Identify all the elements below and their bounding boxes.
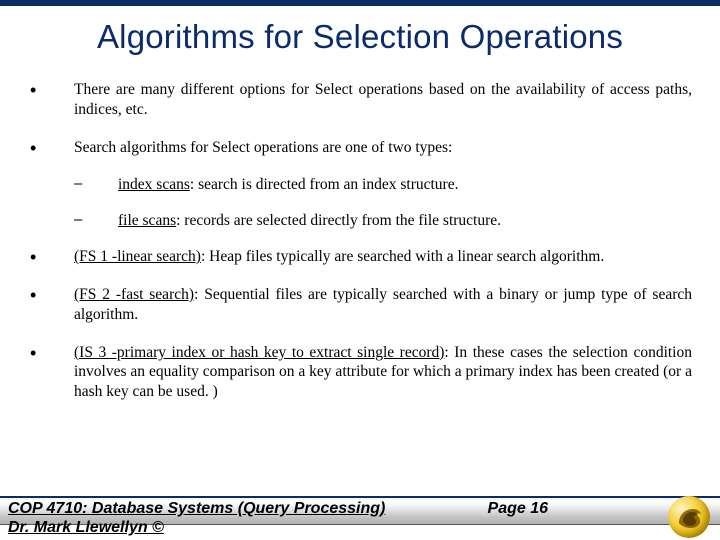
bullet-item: • Search algorithms for Select operation… bbox=[30, 138, 692, 158]
bullet-item: • (FS 2 -fast search): Sequential files … bbox=[30, 285, 692, 325]
term: (IS 3 -primary index or hash key to extr… bbox=[74, 344, 444, 361]
bullet-item: • (FS 1 -linear search): Heap files typi… bbox=[30, 247, 692, 267]
sub-bullet-glyph: – bbox=[74, 175, 118, 195]
ucf-pegasus-logo-icon bbox=[668, 496, 710, 538]
bullet-glyph: • bbox=[30, 80, 74, 120]
definition: : Heap files typically are searched with… bbox=[201, 248, 604, 265]
bullet-text: (FS 2 -fast search): Sequential files ar… bbox=[74, 285, 692, 325]
bullet-text: Search algorithms for Select operations … bbox=[74, 138, 692, 158]
definition: : search is directed from an index struc… bbox=[190, 176, 459, 193]
bullet-text: (FS 1 -linear search): Heap files typica… bbox=[74, 247, 692, 267]
slide-title: Algorithms for Selection Operations bbox=[0, 18, 720, 56]
slide-footer: COP 4710: Database Systems (Query Proces… bbox=[0, 496, 720, 540]
term: file scans bbox=[118, 212, 176, 229]
term: (FS 1 -linear search) bbox=[74, 248, 201, 265]
bullet-text: (IS 3 -primary index or hash key to extr… bbox=[74, 343, 692, 402]
term: (FS 2 -fast search) bbox=[74, 286, 194, 303]
sub-bullet-item: – file scans: records are selected direc… bbox=[30, 211, 692, 231]
term: index scans bbox=[118, 176, 190, 193]
bullet-text: There are many different options for Sel… bbox=[74, 80, 692, 120]
sub-bullet-item: – index scans: search is directed from a… bbox=[30, 175, 692, 195]
bullet-item: • There are many different options for S… bbox=[30, 80, 692, 120]
sub-bullet-text: index scans: search is directed from an … bbox=[118, 175, 692, 195]
bullet-glyph: • bbox=[30, 285, 74, 325]
footer-page-number: Page 16 bbox=[488, 500, 548, 518]
bullet-glyph: • bbox=[30, 138, 74, 158]
footer-author: Dr. Mark Llewellyn © bbox=[8, 519, 164, 537]
sub-bullet-text: file scans: records are selected directl… bbox=[118, 211, 692, 231]
bullet-glyph: • bbox=[30, 343, 74, 402]
bullet-glyph: • bbox=[30, 247, 74, 267]
footer-course: COP 4710: Database Systems (Query Proces… bbox=[8, 500, 385, 518]
top-accent-bar bbox=[0, 0, 720, 6]
slide-content: • There are many different options for S… bbox=[30, 80, 692, 490]
sub-bullet-glyph: – bbox=[74, 211, 118, 231]
definition: : records are selected directly from the… bbox=[176, 212, 501, 229]
bullet-item: • (IS 3 -primary index or hash key to ex… bbox=[30, 343, 692, 402]
